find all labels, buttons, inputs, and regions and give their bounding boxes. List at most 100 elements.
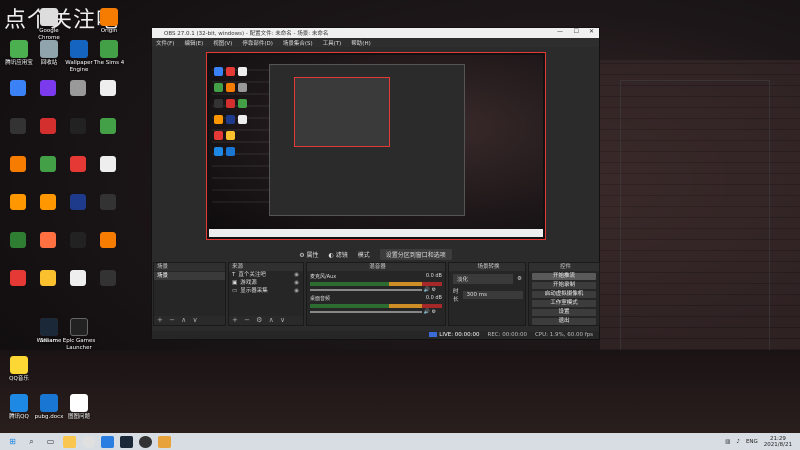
obs-titlebar[interactable]: OBS 27.0.1 (32-bit, windows) - 配置文件: 未命名… [152, 28, 599, 38]
qq-icon [10, 394, 28, 412]
app-icon[interactable] [100, 270, 116, 286]
network-icon[interactable]: ▥ [725, 439, 730, 445]
eye-icon[interactable]: ◉ [294, 287, 299, 295]
windows-store-icon[interactable] [101, 435, 114, 448]
menu-tools[interactable]: 工具(T) [323, 39, 342, 47]
start-recording-button[interactable]: 开始录制 [532, 281, 596, 289]
sims4-icon [100, 40, 118, 58]
app-icon[interactable] [70, 118, 86, 134]
desktop-icon-qq[interactable]: 腾讯QQ [2, 394, 36, 421]
desktop-icon-pubg-doc[interactable]: pubg.docx [32, 394, 66, 421]
transition-type-select[interactable]: 淡化 [453, 274, 513, 284]
app-icon[interactable] [70, 80, 86, 96]
menu-scene-collection[interactable]: 场景集合(S) [283, 39, 313, 47]
app-icon[interactable] [10, 194, 26, 210]
obs-window[interactable]: OBS 27.0.1 (32-bit, windows) - 配置文件: 未命名… [151, 27, 600, 340]
gear-icon[interactable]: ⚙ [430, 309, 437, 315]
eye-icon[interactable]: ◉ [294, 279, 299, 287]
text-source-icon: T [232, 272, 236, 278]
app-icon[interactable] [100, 156, 116, 172]
menu-edit[interactable]: 编辑(E) [184, 39, 203, 47]
gear-icon[interactable]: ⚙ [517, 276, 522, 282]
volume-meter [310, 304, 442, 308]
desktop-icon-tutu[interactable]: 图图问题 [62, 394, 96, 421]
exit-button[interactable]: 退出 [532, 317, 596, 325]
app-icon[interactable] [10, 232, 26, 248]
app-icon[interactable] [40, 118, 56, 134]
menu-file[interactable]: 文件(F) [156, 39, 174, 47]
file-explorer-icon[interactable] [63, 435, 76, 448]
filters-button[interactable]: ◐ 滤镜 [329, 250, 348, 259]
menu-help[interactable]: 帮助(H) [351, 39, 370, 47]
qq-music-icon [10, 356, 28, 374]
start-virtual-camera-button[interactable]: 启动虚拟摄像机 [532, 290, 596, 298]
app-icon[interactable] [10, 118, 26, 134]
obs-icon[interactable] [139, 435, 152, 448]
speaker-icon[interactable]: 🔊 [422, 309, 430, 315]
scene-item[interactable]: 场景 [154, 272, 225, 280]
desktop-icon-epic[interactable]: Epic Games Launcher [62, 318, 96, 351]
desktop-icon-qq-music[interactable]: QQ音乐 [2, 356, 36, 383]
windows-start-icon[interactable]: ⊞ [6, 436, 19, 448]
steam-icon[interactable] [120, 435, 133, 448]
speaker-icon[interactable]: 🔊 [422, 287, 430, 293]
source-item[interactable]: T 直个关注吧 ◉ [229, 271, 303, 279]
preview-taskbar [209, 229, 543, 237]
source-item[interactable]: ▭ 显示器采集 ◉ [229, 287, 303, 295]
app-icon[interactable] [70, 156, 86, 172]
menu-docks[interactable]: 停靠部件(D) [242, 39, 273, 47]
app-icon[interactable] [40, 80, 56, 96]
app-icon[interactable] [40, 232, 56, 248]
desktop-icon-sims4[interactable]: The Sims 4 [92, 40, 126, 67]
app-icon[interactable] [70, 232, 86, 248]
gear-icon[interactable]: ⚙ [430, 287, 437, 293]
recycle-bin-icon [40, 40, 58, 58]
scenes-footer-buttons[interactable]: + − ∧ ∨ [154, 316, 225, 325]
minimize-icon[interactable]: — [557, 28, 563, 35]
app-icon[interactable] [40, 194, 56, 210]
volume-icon[interactable]: ♪ [736, 439, 740, 445]
app-icon[interactable] [40, 270, 56, 286]
desktop-icon-wallpaper-engine[interactable]: Wallpaper Engine [62, 40, 96, 73]
source-item[interactable]: ▣ 游戏源 ◉ [229, 279, 303, 287]
preview-nested-preview [294, 77, 390, 147]
duration-input[interactable]: 300 ms [462, 291, 523, 299]
task-view-icon[interactable]: ▭ [44, 436, 57, 448]
desktop-icon-recycle-bin[interactable]: 回收站 [32, 40, 66, 67]
app-icon[interactable] [100, 80, 116, 96]
desktop-icon-steam[interactable]: Steam [32, 318, 66, 345]
app-icon[interactable] [10, 80, 26, 96]
volume-slider[interactable] [310, 289, 423, 291]
app-icon[interactable] [100, 118, 116, 134]
app-icon[interactable] [10, 270, 26, 286]
app-icon[interactable] [100, 194, 116, 210]
volume-meter [310, 282, 442, 286]
app-icon[interactable] [40, 156, 56, 172]
sources-footer-buttons[interactable]: + − ⚙ ∧ ∨ [229, 316, 303, 325]
desktop-icon-app-store[interactable]: 腾讯应用宝 [2, 40, 36, 67]
search-icon[interactable]: ⌕ [25, 436, 38, 448]
properties-button[interactable]: ⚙ 属性 [299, 250, 318, 259]
app-icon[interactable] [100, 232, 116, 248]
eye-icon[interactable]: ◉ [294, 271, 299, 279]
desktop-icon-chrome[interactable]: Google Chrome [32, 8, 66, 41]
desktop-icon-origin[interactable]: Origin [92, 8, 126, 35]
preview-canvas[interactable] [206, 52, 546, 240]
start-streaming-button[interactable]: 开始推流 [532, 272, 596, 280]
menu-view[interactable]: 视图(V) [213, 39, 232, 47]
chrome-icon[interactable] [82, 435, 95, 448]
app-icon[interactable] [70, 194, 86, 210]
app-icon[interactable] [10, 156, 26, 172]
fit-to-window-dropdown[interactable]: 设置分区到窗口和选项 [379, 248, 452, 260]
app-icon[interactable] [70, 270, 86, 286]
language-indicator[interactable]: ENG [746, 439, 758, 445]
clock[interactable]: 21:29 2021/8/21 [764, 436, 792, 448]
studio-mode-button[interactable]: 工作室模式 [532, 299, 596, 307]
volume-slider[interactable] [310, 311, 423, 313]
settings-button[interactable]: 设置 [532, 308, 596, 316]
maximize-icon[interactable]: ☐ [574, 28, 579, 35]
app-icon[interactable] [158, 435, 171, 448]
close-icon[interactable]: ✕ [589, 28, 594, 35]
scenes-dock: 场景 场景 + − ∧ ∨ [153, 262, 226, 326]
windows-taskbar: ⊞ ⌕ ▭ ▥ ♪ ENG 21:29 2021/8/21 [0, 433, 800, 450]
